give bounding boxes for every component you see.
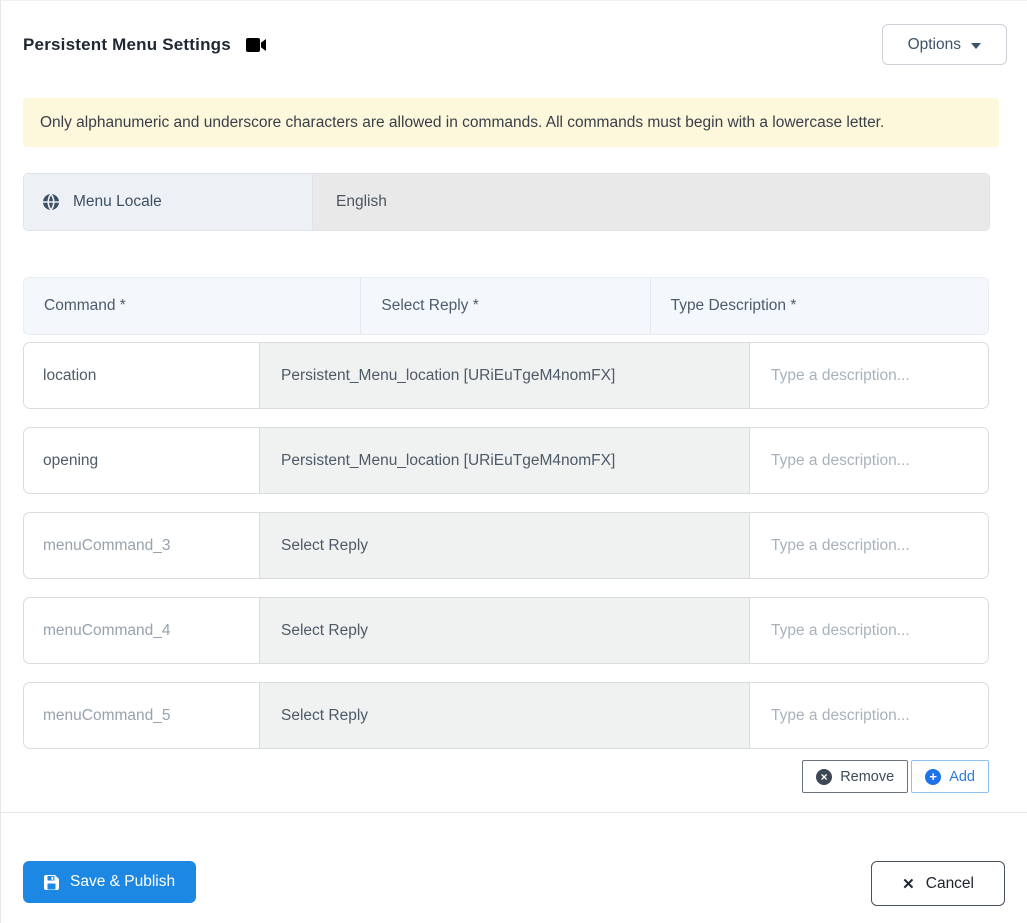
description-input[interactable]: Type a description...	[750, 342, 989, 409]
table-header-row: Command * Select Reply * Type Descriptio…	[23, 277, 989, 335]
table-row: menuCommand_3 Select Reply Type a descri…	[23, 512, 989, 579]
table-row: menuCommand_5 Select Reply Type a descri…	[23, 682, 989, 749]
caret-down-icon	[971, 42, 981, 49]
column-header-command: Command *	[24, 278, 362, 334]
remove-row-button[interactable]: × Remove	[802, 760, 909, 793]
command-input[interactable]: menuCommand_3	[23, 512, 259, 579]
globe-icon	[42, 193, 60, 211]
menu-locale-label: Menu Locale	[73, 193, 162, 210]
menu-locale-label-addon: Menu Locale	[24, 174, 313, 230]
save-publish-button[interactable]: Save & Publish	[23, 861, 197, 903]
command-input[interactable]: location	[23, 342, 259, 409]
add-circle-plus-icon: +	[925, 768, 942, 785]
save-publish-label: Save & Publish	[70, 873, 176, 890]
reply-select[interactable]: Select Reply	[259, 597, 750, 664]
options-button[interactable]: Options	[881, 24, 1007, 65]
add-row-button[interactable]: + Add	[911, 760, 989, 793]
command-input[interactable]: opening	[23, 427, 259, 494]
reply-select[interactable]: Select Reply	[259, 682, 750, 749]
reply-select[interactable]: Persistent_Menu_location [URiEuTgeM4nomF…	[259, 427, 750, 494]
alert-text: Only alphanumeric and underscore charact…	[40, 114, 885, 131]
video-camera-icon	[245, 37, 267, 52]
reply-select[interactable]: Persistent_Menu_location [URiEuTgeM4nomF…	[259, 342, 750, 409]
column-header-type-description: Type Description *	[670, 297, 797, 314]
panel-header: Persistent Menu Settings Options	[23, 24, 1007, 65]
reply-select[interactable]: Select Reply	[259, 512, 750, 579]
page-title: Persistent Menu Settings	[23, 34, 231, 54]
description-input[interactable]: Type a description...	[750, 427, 989, 494]
panel-footer: Save & Publish ✕ Cancel	[1, 813, 1027, 906]
cancel-label: Cancel	[925, 874, 974, 892]
description-input[interactable]: Type a description...	[750, 512, 989, 579]
cancel-button[interactable]: ✕ Cancel	[871, 861, 1005, 906]
column-header-select-reply: Select Reply *	[361, 278, 651, 334]
remove-circle-x-icon: ×	[816, 768, 833, 785]
menu-locale-value: English	[313, 174, 989, 230]
table-row: location Persistent_Menu_location [URiEu…	[23, 342, 989, 409]
command-input[interactable]: menuCommand_5	[23, 682, 259, 749]
add-button-label: Add	[949, 768, 975, 785]
save-floppy-icon	[44, 874, 59, 890]
description-input[interactable]: Type a description...	[750, 597, 989, 664]
command-input[interactable]: menuCommand_4	[23, 597, 259, 664]
table-row: menuCommand_4 Select Reply Type a descri…	[23, 597, 989, 664]
table-row: opening Persistent_Menu_location [URiEuT…	[23, 427, 989, 494]
title-wrap: Persistent Menu Settings	[23, 35, 267, 55]
remove-button-label: Remove	[840, 768, 895, 785]
cancel-x-icon: ✕	[902, 875, 915, 893]
menu-locale-group: Menu Locale English	[23, 173, 990, 231]
options-button-label: Options	[907, 35, 961, 53]
command-rules-alert: Only alphanumeric and underscore charact…	[23, 98, 999, 147]
row-actions: × Remove + Add	[23, 760, 989, 793]
description-input[interactable]: Type a description...	[750, 682, 989, 749]
persistent-menu-settings-panel: Persistent Menu Settings Options Only al…	[0, 0, 1027, 923]
